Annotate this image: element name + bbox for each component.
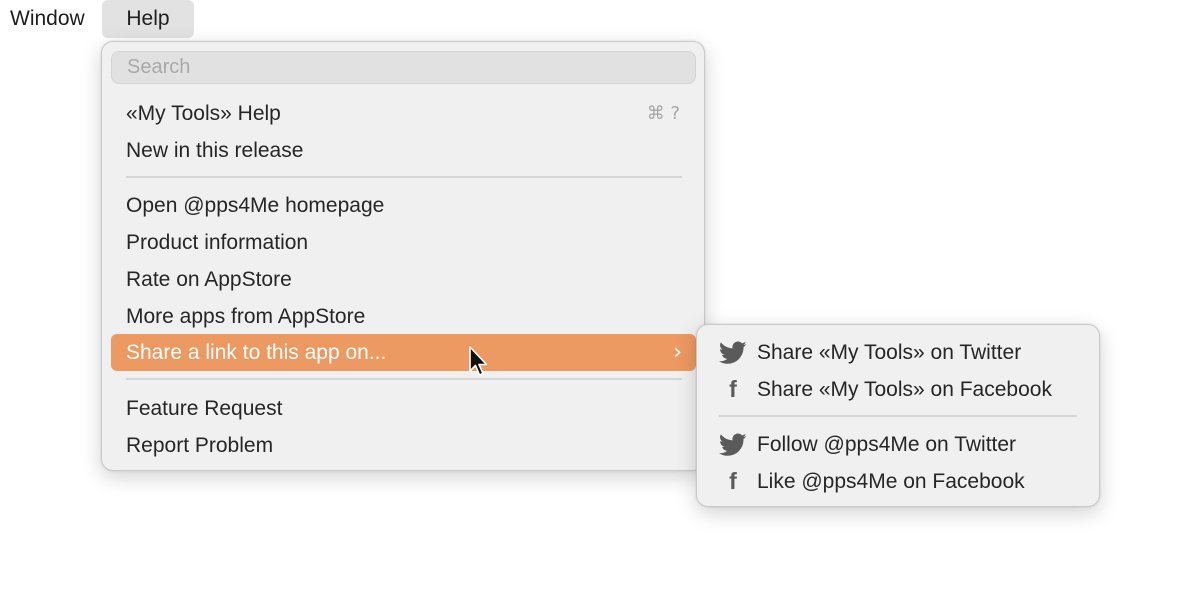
search-input[interactable]: Search xyxy=(111,51,696,84)
menu-item-new-in-release[interactable]: New in this release xyxy=(111,132,696,169)
menu-item-more-apps[interactable]: More apps from AppStore xyxy=(111,298,696,335)
menu-item-product-information[interactable]: Product information xyxy=(111,224,696,261)
menu-item-label: Feature Request xyxy=(126,397,283,420)
menu-separator xyxy=(126,176,682,178)
facebook-icon: f xyxy=(729,468,737,494)
menu-item-label: Product information xyxy=(126,231,309,254)
submenu-item-label: Like @pps4Me on Facebook xyxy=(757,470,1025,493)
menu-item-label: New in this release xyxy=(126,139,304,162)
menu-item-label: «My Tools» Help xyxy=(126,102,281,125)
help-menu: Search «My Tools» Help ⌘ ? New in this r… xyxy=(101,41,705,471)
menu-item-follow-twitter[interactable]: Follow @pps4Me on Twitter xyxy=(706,426,1091,463)
menu-item-share-facebook[interactable]: f Share «My Tools» on Facebook xyxy=(706,371,1091,408)
twitter-icon xyxy=(718,334,748,371)
menu-item-open-homepage[interactable]: Open @pps4Me homepage xyxy=(111,187,696,224)
menubar-window[interactable]: Window xyxy=(0,0,100,38)
menu-item-feature-request[interactable]: Feature Request xyxy=(111,390,696,427)
submenu-item-label: Share «My Tools» on Facebook xyxy=(757,378,1052,401)
menu-item-report-problem[interactable]: Report Problem xyxy=(111,427,696,464)
submenu-item-label: Follow @pps4Me on Twitter xyxy=(757,433,1017,456)
menu-item-label: Open @pps4Me homepage xyxy=(126,194,385,217)
menu-item-label: More apps from AppStore xyxy=(126,305,366,328)
menu-item-my-tools-help[interactable]: «My Tools» Help ⌘ ? xyxy=(111,95,696,132)
keyboard-shortcut: ⌘ ? xyxy=(646,103,680,124)
share-submenu: Share «My Tools» on Twitter f Share «My … xyxy=(696,324,1100,507)
facebook-icon: f xyxy=(729,376,737,402)
chevron-right-icon: › xyxy=(673,340,682,365)
menu-item-rate-appstore[interactable]: Rate on AppStore xyxy=(111,261,696,298)
menu-item-label: Report Problem xyxy=(126,434,274,457)
menu-separator xyxy=(719,415,1077,417)
menu-item-share-link[interactable]: Share a link to this app on... › xyxy=(111,334,696,371)
menu-item-share-twitter[interactable]: Share «My Tools» on Twitter xyxy=(706,334,1091,371)
menu-item-label: Share a link to this app on... xyxy=(126,341,387,364)
twitter-icon xyxy=(718,426,748,463)
submenu-item-label: Share «My Tools» on Twitter xyxy=(757,341,1022,364)
menubar-help[interactable]: Help xyxy=(102,0,194,38)
mouse-pointer-icon xyxy=(469,346,488,376)
menu-item-label: Rate on AppStore xyxy=(126,268,292,291)
menu-item-like-facebook[interactable]: f Like @pps4Me on Facebook xyxy=(706,463,1091,500)
menu-separator xyxy=(126,378,682,380)
